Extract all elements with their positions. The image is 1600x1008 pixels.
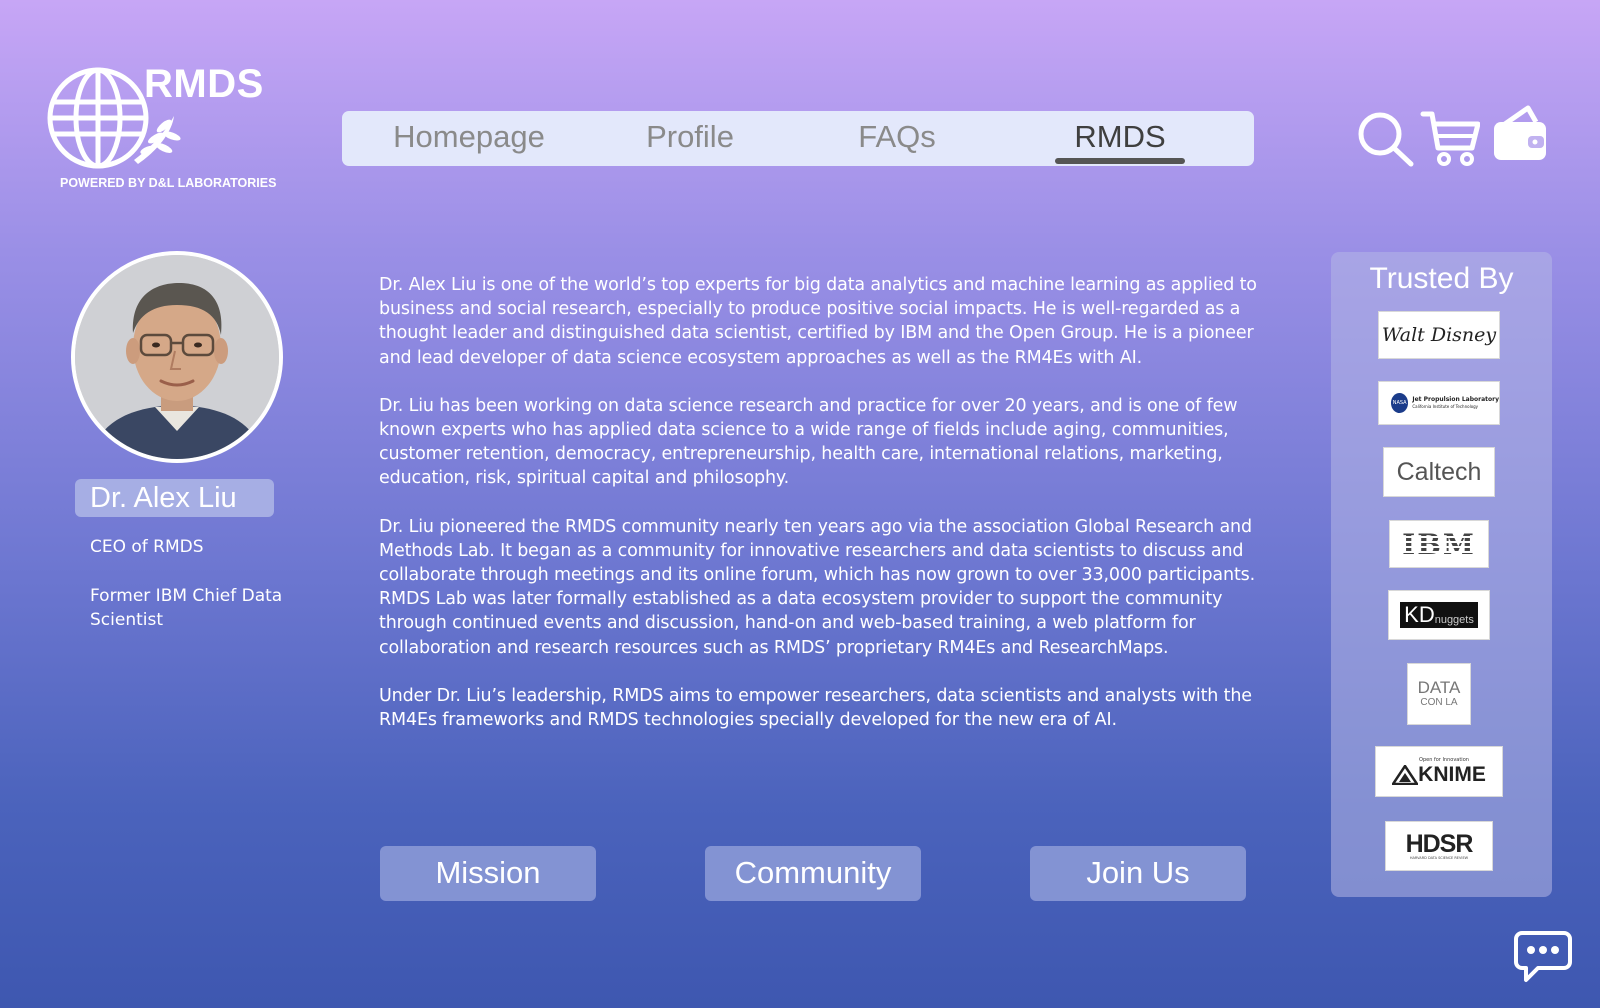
join-us-button[interactable]: Join Us: [1030, 846, 1246, 901]
bio-section: Dr. Alex Liu is one of the world’s top e…: [379, 273, 1259, 756]
rmds-logo[interactable]: RMDS POWERED BY D&L LABORATORIES: [46, 58, 286, 198]
bio-paragraph: Dr. Liu pioneered the RMDS community nea…: [379, 516, 1256, 658]
profile-photo: [75, 255, 279, 459]
nasa-badge-icon: NASA: [1391, 393, 1409, 413]
kdnuggets-logo[interactable]: KD nuggets: [1388, 590, 1490, 640]
logo-tagline: POWERED BY D&L LABORATORIES: [60, 176, 277, 190]
caltech-logo[interactable]: Caltech: [1383, 447, 1495, 497]
nav-homepage[interactable]: Homepage: [379, 111, 559, 166]
chat-icon[interactable]: [1514, 930, 1572, 984]
jpl-logo[interactable]: NASA Jet Propulsion Laboratory Californi…: [1378, 381, 1500, 425]
wallet-icon[interactable]: [1492, 104, 1548, 164]
bio-paragraph: Dr. Liu has been working on data science…: [379, 395, 1238, 489]
nav-faqs[interactable]: FAQs: [832, 111, 962, 166]
hdsr-logo[interactable]: HDSR HARVARD DATA SCIENCE REVIEW: [1385, 821, 1493, 871]
nav-profile[interactable]: Profile: [615, 111, 765, 166]
search-icon[interactable]: [1356, 110, 1416, 168]
nav-active-indicator: [1055, 158, 1185, 164]
logo-brand: RMDS: [144, 62, 264, 106]
main-nav: Homepage Profile FAQs RMDS: [342, 111, 1254, 166]
trusted-by-title: Trusted By: [1369, 262, 1514, 295]
profile-role-ceo: CEO of RMDS: [90, 537, 204, 557]
profile-name: Dr. Alex Liu: [75, 479, 274, 517]
profile-role-former: Former IBM Chief Data Scientist: [90, 586, 283, 630]
knime-triangle-icon: [1392, 764, 1419, 785]
trusted-by-panel: Trusted By Walt Disney NASA Jet Propulsi…: [1331, 252, 1552, 897]
disney-logo[interactable]: Walt Disney: [1378, 311, 1500, 359]
ibm-logo[interactable]: IBM: [1389, 520, 1489, 568]
knime-logo[interactable]: Open for Innovation KNIME: [1375, 746, 1503, 797]
bio-paragraph: Under Dr. Liu’s leadership, RMDS aims to…: [379, 685, 1252, 731]
mission-button[interactable]: Mission: [380, 846, 596, 901]
datacon-la-logo[interactable]: DATA CON LA: [1407, 663, 1471, 725]
profile-avatar: [71, 251, 283, 463]
bio-paragraph: Dr. Alex Liu is one of the world’s top e…: [379, 275, 1257, 368]
community-button[interactable]: Community: [705, 846, 921, 901]
cart-icon[interactable]: [1420, 108, 1480, 168]
